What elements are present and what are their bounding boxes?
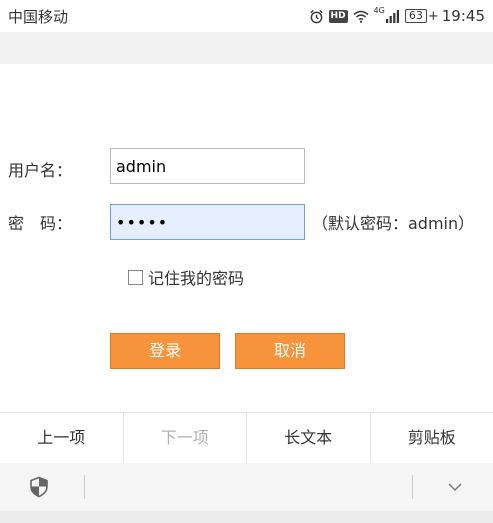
remember-checkbox[interactable] <box>128 269 143 285</box>
wifi-icon <box>353 10 369 23</box>
toolbar-divider <box>84 475 85 499</box>
keyboard-assist-bar: 上一项 下一项 长文本 剪贴板 <box>0 412 493 464</box>
status-clock: 19:45 <box>441 7 485 25</box>
charging-icon: + <box>427 8 439 24</box>
next-item-button[interactable]: 下一项 <box>124 413 247 463</box>
battery-icon: 63 + <box>404 8 439 24</box>
password-input[interactable] <box>110 204 305 240</box>
long-text-button[interactable]: 长文本 <box>247 413 371 463</box>
keyboard-toolbar <box>0 463 493 511</box>
clipboard-button[interactable]: 剪贴板 <box>371 413 493 463</box>
signal-icon: 4G <box>374 6 400 23</box>
remember-label: 记住我的密码 <box>148 269 245 288</box>
username-input[interactable] <box>110 148 305 184</box>
default-password-hint: （默认密码：admin） <box>312 214 475 233</box>
username-label: 用户名： <box>8 161 73 180</box>
status-icons: HD 4G 63 + 19:45 <box>304 5 485 27</box>
alarm-icon <box>309 9 324 24</box>
battery-level: 63 <box>404 9 427 23</box>
password-label: 密 码： <box>8 214 73 233</box>
previous-item-button[interactable]: 上一项 <box>0 413 124 463</box>
chevron-down-icon[interactable] <box>446 479 464 493</box>
status-bar: 中国移动 HD 4G 63 + 19:45 <box>0 0 493 32</box>
carrier-name: 中国移动 <box>8 8 69 26</box>
toolbar-divider <box>412 475 413 499</box>
cancel-button[interactable]: 取消 <box>235 333 345 369</box>
hd-icon: HD <box>328 9 348 23</box>
shield-icon[interactable] <box>28 476 50 498</box>
login-button[interactable]: 登录 <box>110 333 220 369</box>
remember-password[interactable]: 记住我的密码 <box>128 266 244 288</box>
header-band <box>0 32 493 64</box>
bottom-strip <box>0 511 493 523</box>
network-type: 4G <box>373 5 385 15</box>
